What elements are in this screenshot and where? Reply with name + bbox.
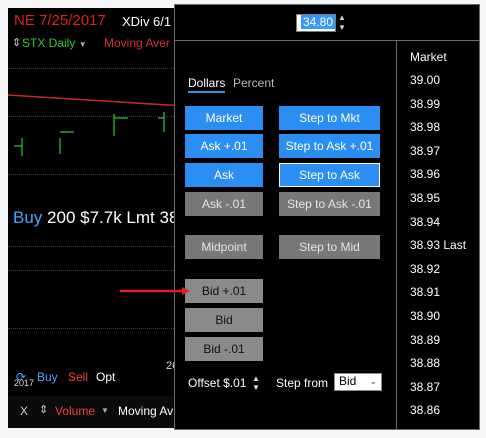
market-price-item[interactable]: 38.87 — [410, 380, 440, 394]
volume-label[interactable]: Volume — [55, 404, 95, 418]
step-to-ask-minus-button[interactable]: Step to Ask -.01 — [279, 192, 380, 216]
price-input-value: 34.80 — [300, 15, 335, 29]
ask-plus-button[interactable]: Ask +.01 — [185, 134, 263, 158]
chevron-down-icon[interactable]: ▼ — [101, 406, 109, 415]
sell-button[interactable]: Sell — [68, 370, 88, 384]
ask-minus-button[interactable]: Ask -.01 — [185, 192, 263, 216]
step-from-label: Step from — [276, 376, 329, 390]
market-price-item[interactable]: 38.92 — [410, 262, 440, 276]
indicator-status-bar: X ⇕ Volume ▼ Moving Av — [8, 396, 184, 428]
market-list-divider — [396, 40, 397, 430]
market-price-item[interactable]: 38.89 — [410, 333, 440, 347]
ohlc-bar — [59, 131, 74, 154]
ohlc-bar — [14, 138, 23, 156]
tab-percent[interactable]: Percent — [233, 76, 274, 90]
ohlc-bar — [113, 114, 128, 136]
market-price-item[interactable]: 39.00 — [410, 73, 440, 87]
offset-down-icon[interactable]: ▼ — [252, 383, 260, 392]
grip-icon[interactable]: ⇕ — [39, 403, 48, 416]
step-to-mid-button[interactable]: Step to Mid — [279, 235, 380, 259]
bid-minus-button[interactable]: Bid -.01 — [185, 337, 263, 361]
spin-up-icon[interactable]: ▲ — [338, 13, 346, 22]
offset-up-icon[interactable]: ▲ — [252, 374, 260, 383]
market-price-item[interactable]: 38.96 — [410, 167, 440, 181]
midpoint-button[interactable]: Midpoint — [185, 235, 263, 259]
grid-line — [8, 328, 184, 329]
panel-divider — [174, 40, 480, 41]
buy-button[interactable]: Buy — [37, 370, 58, 384]
step-to-ask-plus-button[interactable]: Step to Ask +.01 — [279, 134, 380, 158]
tab-dollars[interactable]: Dollars — [188, 76, 226, 93]
market-price-item[interactable]: 38.99 — [410, 97, 440, 111]
step-to-ask-button[interactable]: Step to Ask — [279, 163, 380, 187]
market-price-item[interactable]: 38.93 Last — [410, 238, 466, 252]
market-price-item[interactable]: 38.91 — [410, 285, 440, 299]
close-icon[interactable]: X — [20, 404, 28, 418]
market-list-header: Market — [410, 50, 447, 64]
market-price-item[interactable]: 38.90 — [410, 309, 440, 323]
order-side: Buy — [13, 208, 43, 227]
market-button[interactable]: Market — [185, 106, 263, 130]
step-to-mkt-button[interactable]: Step to Mkt — [279, 106, 380, 130]
spin-down-icon[interactable]: ▼ — [338, 23, 346, 32]
bid-plus-button[interactable]: Bid +.01 — [185, 279, 263, 303]
ohlc-bars — [14, 112, 165, 156]
step-from-select[interactable]: Bid ⌄ — [334, 373, 382, 391]
ohlc-bar — [158, 112, 165, 132]
moving-average-status[interactable]: Moving Av — [118, 404, 173, 418]
market-price-item[interactable]: 38.86 — [410, 403, 440, 417]
market-price-item[interactable]: 38.98 — [410, 120, 440, 134]
grid-line — [8, 270, 184, 271]
step-from-value: Bid — [339, 374, 357, 388]
annotation-arrow — [120, 287, 190, 295]
price-bars — [8, 94, 184, 156]
market-price-item[interactable]: 38.88 — [410, 356, 440, 370]
price-input[interactable]: 34.80 — [296, 14, 336, 32]
order-details: 200 $7.7k Lmt 38 — [47, 208, 179, 227]
ask-button[interactable]: Ask — [185, 163, 263, 187]
grid-line — [8, 246, 184, 247]
order-line-label[interactable]: Buy 200 $7.7k Lmt 38 — [13, 208, 178, 228]
moving-average-line — [8, 94, 184, 107]
bid-button[interactable]: Bid — [185, 308, 263, 332]
options-button[interactable]: Opt — [96, 370, 115, 384]
market-price-item[interactable]: 38.94 — [410, 215, 440, 229]
market-price-item[interactable]: 38.95 — [410, 191, 440, 205]
market-price-item[interactable]: 38.97 — [410, 144, 440, 158]
price-chart[interactable]: NE 7/25/2017 XDiv 6/1 ⇕ STX Daily ▼ Movi… — [8, 8, 184, 428]
offset-label: Offset $.01 — [188, 376, 247, 390]
refresh-icon[interactable]: ⟳ — [16, 370, 26, 384]
chevron-down-icon: ⌄ — [369, 376, 377, 386]
